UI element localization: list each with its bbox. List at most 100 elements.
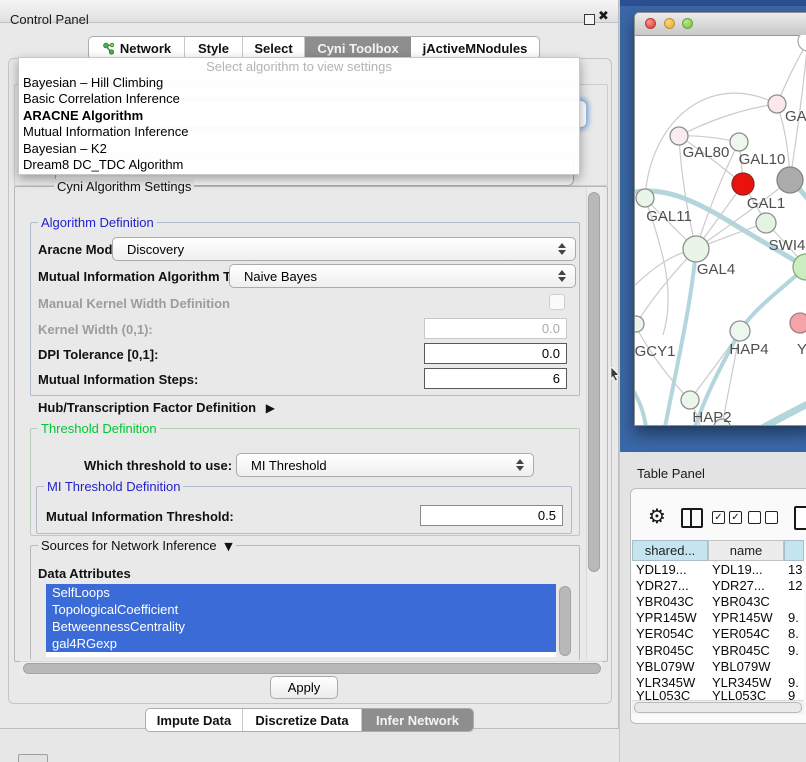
- node-gal10[interactable]: [730, 133, 748, 151]
- table-row[interactable]: YPR145WYPR145W9.: [632, 610, 804, 626]
- table-row[interactable]: YDR27...YDR27...12: [632, 577, 804, 593]
- column-header-partial[interactable]: [784, 540, 804, 561]
- kernel-width-field[interactable]: 0.0: [424, 318, 567, 339]
- document-icon[interactable]: [794, 506, 806, 530]
- which-threshold-value: MI Threshold: [237, 458, 513, 473]
- node-label: HAP4: [729, 341, 768, 358]
- control-panel-title: Control Panel: [10, 12, 89, 27]
- control-panel-titlebar: [0, 0, 618, 23]
- network-icon: [102, 42, 115, 55]
- column-header-shared[interactable]: shared...: [632, 540, 708, 561]
- gear-icon[interactable]: ⚙: [648, 506, 666, 526]
- mi-threshold-definition-title: MI Threshold Definition: [44, 479, 183, 494]
- table-row[interactable]: YLR345WYLR345W9.: [632, 674, 804, 690]
- node-gal1-green[interactable]: [756, 213, 776, 233]
- tab-discretize-data[interactable]: Discretize Data: [243, 709, 362, 731]
- attributes-vscrollbar-thumb[interactable]: [559, 586, 571, 656]
- algorithm-dropdown-placeholder: Select algorithm to view settings: [19, 58, 579, 75]
- mi-threshold-value: 0.5: [538, 508, 556, 523]
- which-threshold-combo[interactable]: MI Threshold: [236, 453, 534, 477]
- table-row[interactable]: YBR043CYBR043C: [632, 593, 804, 609]
- partial-bottom-icon[interactable]: [18, 754, 48, 762]
- tab-infer-network[interactable]: Infer Network: [362, 709, 473, 731]
- checked-box-icon: ✓: [729, 511, 742, 524]
- node-unlabeled[interactable]: [798, 35, 806, 51]
- mi-algorithm-type-combo[interactable]: Naive Bayes: [229, 264, 576, 288]
- node-hap2[interactable]: [681, 391, 699, 409]
- settings-vscrollbar-thumb[interactable]: [588, 192, 600, 572]
- split-columns-icon[interactable]: [681, 508, 703, 528]
- algorithm-dropdown-popup: Select algorithm to view settings Bayesi…: [18, 57, 580, 175]
- mi-steps-field[interactable]: 6: [424, 368, 567, 389]
- table-row[interactable]: YBL079WYBL079W: [632, 658, 804, 674]
- network-window[interactable]: GAL GAL80 GAL10 GAL1 GAL11 SWI4 GAL4 GCY…: [634, 12, 806, 426]
- node-gray[interactable]: [777, 167, 803, 193]
- attribute-item-selected[interactable]: BetweennessCentrality: [46, 618, 556, 635]
- dpi-tolerance-label: DPI Tolerance [0,1]:: [38, 347, 158, 362]
- node-label: GAL10: [739, 151, 786, 168]
- column-header-name[interactable]: name: [708, 540, 784, 561]
- kernel-width-value: 0.0: [542, 321, 560, 336]
- tab-select[interactable]: Select: [243, 37, 305, 59]
- node-label: GAL11: [646, 208, 692, 225]
- algorithm-option[interactable]: Bayesian – Hill Climbing: [19, 75, 579, 91]
- table-row[interactable]: YBR045CYBR045C9.: [632, 642, 804, 658]
- tab-style[interactable]: Style: [185, 37, 243, 59]
- bottom-tabbar: Impute Data Discretize Data Infer Networ…: [145, 708, 474, 732]
- mouse-cursor: [610, 367, 621, 382]
- sources-expander[interactable]: Sources for Network Inference ▼: [38, 538, 236, 553]
- unchecked-box-icon: [765, 511, 778, 524]
- node-gal11[interactable]: [636, 189, 654, 207]
- table-row[interactable]: YER054CYER054C8.: [632, 626, 804, 642]
- node-gal4[interactable]: [683, 236, 709, 262]
- close-icon[interactable]: ✖: [598, 9, 609, 24]
- close-traffic-light[interactable]: [645, 18, 656, 29]
- node-gal-clipped[interactable]: [768, 95, 786, 113]
- minimize-traffic-light[interactable]: [664, 18, 675, 29]
- tab-impute-data[interactable]: Impute Data: [146, 709, 243, 731]
- select-all-columns-icon[interactable]: ✓ ✓: [712, 511, 742, 524]
- deselect-all-columns-icon[interactable]: [748, 511, 778, 524]
- expand-down-icon: ▼: [224, 540, 232, 553]
- settings-hscrollbar-thumb[interactable]: [23, 663, 601, 674]
- node-label: SWI4: [769, 237, 806, 254]
- algorithm-option[interactable]: Bayesian – K2: [19, 141, 579, 157]
- float-window-icon[interactable]: [584, 14, 595, 25]
- node-y-clipped[interactable]: [790, 313, 806, 333]
- hub-definition-expander[interactable]: Hub/Transcription Factor Definition ▶: [38, 400, 275, 415]
- table-row-clipped[interactable]: YLL053CYLL053C9: [632, 691, 804, 701]
- algorithm-option-highlighted[interactable]: ARACNE Algorithm: [19, 108, 579, 124]
- cyni-algorithm-settings-title: Cyni Algorithm Settings: [54, 179, 194, 194]
- network-window-titlebar[interactable]: [635, 13, 806, 36]
- node-hap4[interactable]: [730, 321, 750, 341]
- algorithm-option[interactable]: Mutual Information Inference: [19, 124, 579, 140]
- node-label: HAP2: [692, 409, 731, 425]
- dpi-tolerance-field[interactable]: 0.0: [424, 343, 567, 364]
- apply-button[interactable]: Apply: [270, 676, 338, 699]
- node-gal80[interactable]: [670, 127, 688, 145]
- algorithm-option[interactable]: Dream8 DC_TDC Algorithm: [19, 157, 579, 173]
- mi-threshold-label: Mutual Information Threshold:: [46, 509, 234, 524]
- network-canvas[interactable]: GAL GAL80 GAL10 GAL1 GAL11 SWI4 GAL4 GCY…: [635, 35, 806, 425]
- manual-kernel-width-checkbox[interactable]: [549, 294, 565, 310]
- mi-threshold-field[interactable]: 0.5: [420, 505, 563, 526]
- tab-jactivemnodules[interactable]: jActiveMNodules: [411, 37, 539, 59]
- table-row[interactable]: YDL19...YDL19...13: [632, 561, 804, 577]
- zoom-traffic-light[interactable]: [682, 18, 693, 29]
- node-label: GAL1: [747, 195, 785, 212]
- algorithm-option[interactable]: Basic Correlation Inference: [19, 91, 579, 107]
- node-gal1-red[interactable]: [732, 173, 754, 195]
- table-hscrollbar-thumb[interactable]: [634, 702, 802, 713]
- manual-kernel-width-label: Manual Kernel Width Definition: [38, 296, 230, 311]
- dpi-tolerance-value: 0.0: [542, 346, 560, 361]
- aracne-mode-combo[interactable]: Discovery: [112, 237, 576, 261]
- attribute-item-selected[interactable]: gal4RGexp: [46, 635, 556, 652]
- node-gcy1[interactable]: [635, 316, 644, 332]
- tab-network[interactable]: Network: [89, 37, 185, 59]
- attribute-item-selected[interactable]: SelfLoops: [46, 584, 556, 601]
- attribute-item-selected[interactable]: TopologicalCoefficient: [46, 601, 556, 618]
- tab-cyni-toolbox[interactable]: Cyni Toolbox: [305, 37, 411, 59]
- node-label: GAL80: [683, 144, 730, 161]
- mi-steps-label: Mutual Information Steps:: [38, 372, 198, 387]
- network-node-labels: GAL GAL80 GAL10 GAL1 GAL11 SWI4 GAL4 GCY…: [635, 108, 806, 425]
